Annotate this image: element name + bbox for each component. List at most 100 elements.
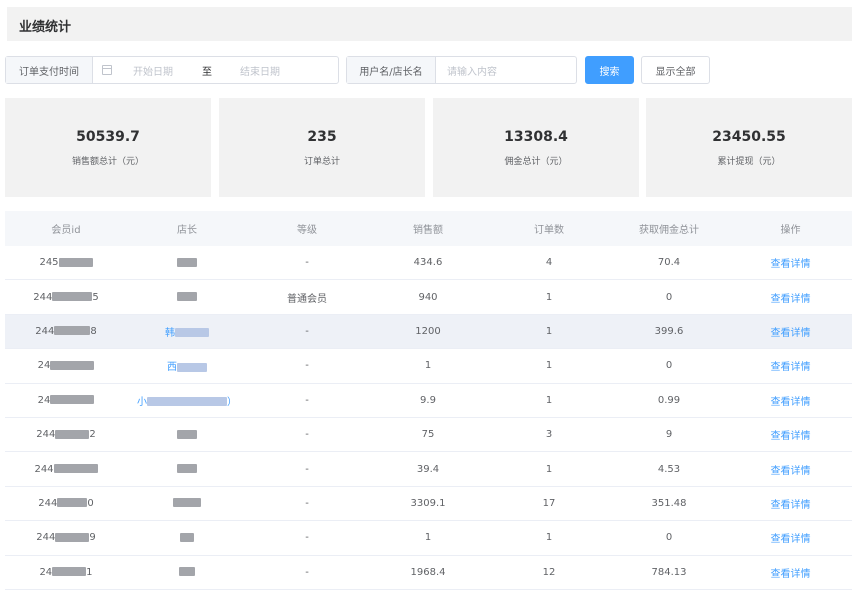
table-header: 会员id 店长 等级 销售额 订单数 获取佣金总计 操作: [5, 211, 852, 246]
column-header-sales[interactable]: 销售额: [367, 221, 489, 236]
table-row: 24 1 - 1968.4 12 784.13 查看详情: [5, 556, 852, 590]
level-cell: -: [305, 566, 309, 578]
redacted-block: [177, 464, 197, 474]
stat-value: 13308.4: [504, 129, 568, 145]
orders-cell: 1: [545, 325, 553, 337]
redacted-block: [52, 567, 87, 577]
member-id-text: 244: [34, 463, 54, 475]
sales-cell: 940: [418, 291, 438, 303]
stat-label: 累计提现（元）: [717, 157, 781, 167]
member-id-text: 0: [87, 497, 94, 509]
redacted-block: [50, 360, 95, 370]
commission-cell: 0.99: [657, 394, 681, 406]
commission-cell: 70.4: [657, 257, 681, 269]
member-id-text: 24: [39, 566, 53, 578]
column-header-commission[interactable]: 获取佣金总计: [609, 221, 729, 236]
table-row: 24 西 - 1 1 0 查看详情: [5, 349, 852, 384]
view-details-link[interactable]: 查看详情: [729, 290, 852, 305]
stat-label: 销售额总计（元）: [71, 157, 144, 167]
commission-cell: 351.48: [651, 497, 687, 509]
view-details-link[interactable]: 查看详情: [729, 496, 852, 511]
view-details-link[interactable]: 查看详情: [729, 565, 852, 580]
manager-cell: [127, 567, 247, 578]
manager-cell[interactable]: 韩: [127, 324, 247, 339]
commission-cell: 4.53: [657, 463, 681, 475]
user-search-input[interactable]: 请输入内容: [447, 63, 497, 78]
orders-cell: 1: [545, 532, 553, 544]
manager-cell: [127, 429, 247, 440]
manager-cell: [127, 292, 247, 303]
date-range-separator: 至: [202, 66, 212, 78]
redacted-block: [175, 328, 209, 338]
orders-cell: 1: [545, 291, 553, 303]
view-details-link[interactable]: 查看详情: [729, 462, 852, 477]
level-cell: -: [305, 394, 309, 406]
member-id-text: 9: [89, 532, 96, 544]
redacted-block: [58, 257, 93, 267]
level-cell: -: [305, 257, 309, 269]
orders-cell: 1: [545, 463, 553, 475]
redacted-block: [55, 429, 90, 439]
date-start-input[interactable]: 开始日期: [133, 63, 189, 78]
date-range-filter[interactable]: 订单支付时间 开始日期 至 结束日期: [5, 56, 339, 84]
member-id-cell: 24: [5, 360, 127, 371]
member-id-text: 244: [33, 291, 53, 303]
search-button[interactable]: 搜索: [585, 56, 634, 84]
view-details-link[interactable]: 查看详情: [729, 530, 852, 545]
orders-cell: 17: [542, 497, 556, 509]
sales-cell: 39.4: [416, 463, 440, 475]
member-id-text: 244: [38, 497, 58, 509]
table-row: 244 2 - 75 3 9 查看详情: [5, 418, 852, 453]
member-id-text: 244: [36, 429, 56, 441]
redacted-block: [52, 292, 93, 302]
manager-cell: [127, 532, 247, 543]
table-row: 244 0 - 3309.1 17 351.48 查看详情: [5, 487, 852, 522]
column-header-member-id[interactable]: 会员id: [5, 221, 127, 236]
redacted-block: [177, 429, 197, 439]
member-id-cell: 24 1: [5, 567, 127, 578]
column-header-manager[interactable]: 店长: [127, 221, 247, 236]
stat-card-sales: 50539.7 销售额总计（元）: [5, 98, 211, 197]
column-header-orders[interactable]: 订单数: [489, 221, 609, 236]
redacted-block: [50, 395, 95, 405]
view-details-link[interactable]: 查看详情: [729, 255, 852, 270]
manager-name-text: 西: [167, 362, 177, 374]
view-details-link[interactable]: 查看详情: [729, 427, 852, 442]
column-header-level[interactable]: 等级: [247, 221, 367, 236]
member-id-cell: 244 8: [5, 326, 127, 337]
level-cell: -: [305, 429, 309, 441]
stat-card-commission: 13308.4 佣金总计（元）: [433, 98, 639, 197]
level-cell: -: [305, 360, 309, 372]
member-id-text: 244: [35, 325, 55, 337]
show-all-button[interactable]: 显示全部: [641, 56, 710, 84]
level-cell: -: [305, 463, 309, 475]
date-end-input[interactable]: 结束日期: [240, 63, 280, 78]
sales-cell: 434.6: [413, 257, 443, 269]
view-details-link[interactable]: 查看详情: [729, 393, 852, 408]
table-row: 244 - 39.4 1 4.53 查看详情: [5, 452, 852, 487]
orders-cell: 4: [545, 257, 553, 269]
redacted-block: [53, 464, 98, 474]
view-details-link[interactable]: 查看详情: [729, 358, 852, 373]
manager-cell[interactable]: 小）: [127, 393, 247, 408]
redacted-block: [173, 498, 201, 508]
member-id-cell: 244: [5, 464, 127, 475]
commission-cell: 0: [665, 291, 673, 303]
member-id-text: 8: [90, 325, 97, 337]
stat-label: 订单总计: [303, 157, 340, 167]
manager-cell: [127, 257, 247, 268]
sales-cell: 3309.1: [410, 497, 446, 509]
table-row: 244 5 普通会员 940 1 0 查看详情: [5, 280, 852, 315]
level-cell: -: [305, 532, 309, 544]
user-search-filter[interactable]: 用户名/店长名 请输入内容: [346, 56, 577, 84]
member-id-cell: 244 9: [5, 532, 127, 543]
table-row: 244 8 韩 - 1200 1 399.6 查看详情: [5, 314, 852, 350]
sales-cell: 1200: [415, 325, 441, 337]
member-id-text: 1: [86, 566, 93, 578]
table-row: 24 小） -9.9 1 0.99 查看详情: [5, 384, 852, 418]
sales-cell: 1: [424, 360, 432, 372]
level-cell: -: [305, 497, 309, 509]
manager-cell[interactable]: 西: [127, 358, 247, 373]
view-details-link[interactable]: 查看详情: [729, 324, 852, 339]
commission-cell: 0: [665, 360, 673, 372]
